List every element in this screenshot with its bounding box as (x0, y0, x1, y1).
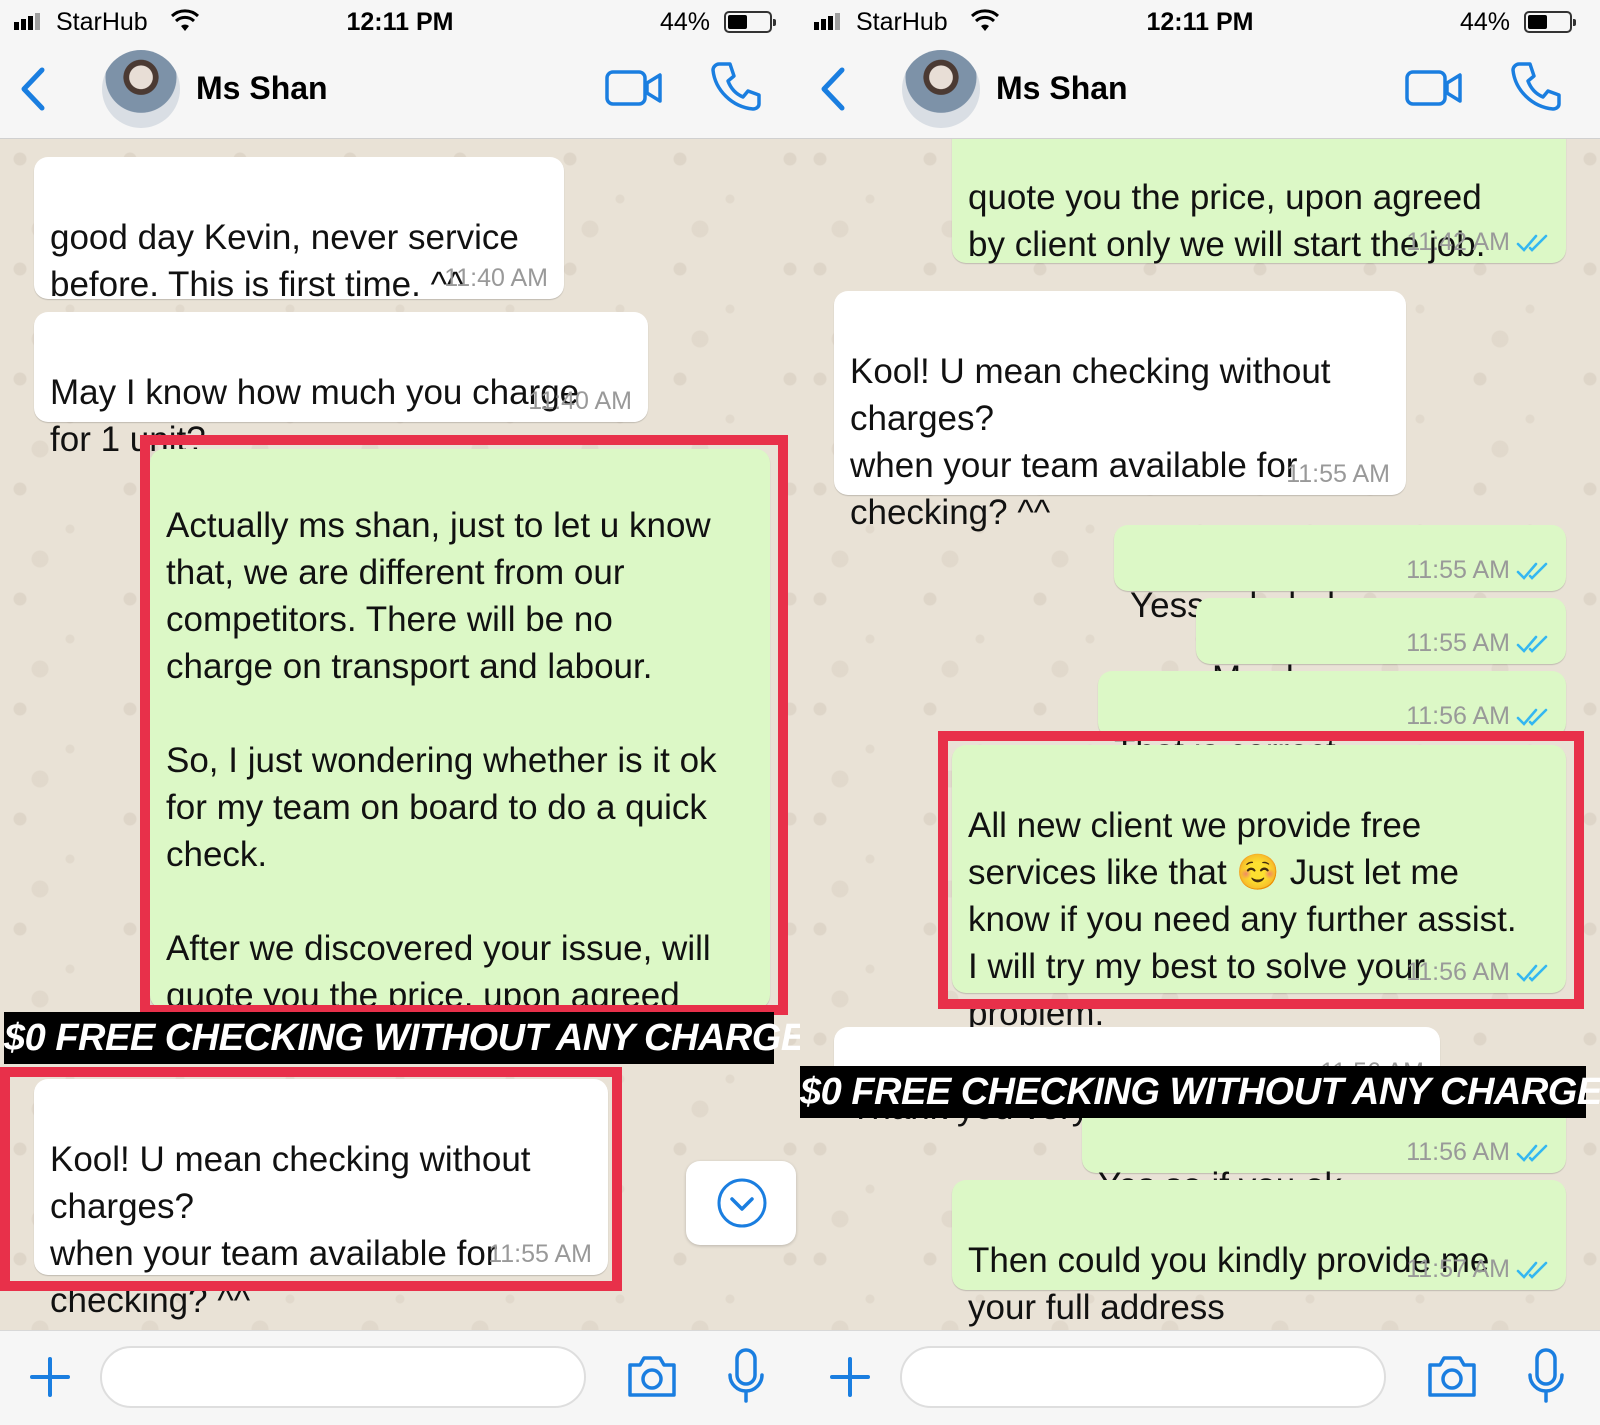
highlight-box (938, 731, 1584, 1009)
contact-name[interactable]: Ms Shan (196, 70, 328, 107)
status-bar: StarHub 12:11 PM 44% (0, 0, 800, 44)
plus-icon[interactable] (828, 1355, 872, 1399)
microphone-icon[interactable] (726, 1347, 766, 1405)
battery-percent: 44% (1459, 8, 1510, 36)
camera-icon[interactable] (1426, 1353, 1478, 1399)
chat-header: Ms Shan (0, 44, 800, 139)
plus-icon[interactable] (28, 1355, 72, 1399)
message-time: 11:55 AM (1406, 628, 1550, 658)
double-check-icon (1516, 1145, 1548, 1163)
phone-call-icon[interactable] (710, 60, 762, 112)
message-time: 11:56 AM (1406, 1137, 1550, 1167)
back-chevron-icon[interactable] (816, 64, 852, 114)
back-chevron-icon[interactable] (16, 64, 52, 114)
avatar[interactable] (902, 50, 980, 128)
battery-icon (724, 11, 776, 33)
message-bubble[interactable]: That is correct 11:56 AM (1098, 671, 1566, 771)
right-screenshot: StarHub 12:11 PM 44% Ms Shan quote you t… (800, 0, 1600, 1425)
message-input[interactable] (900, 1346, 1386, 1408)
status-bar: StarHub 12:11 PM 44% (800, 0, 1600, 44)
message-time: 11:55 AM (1286, 460, 1390, 488)
double-check-icon (1516, 709, 1548, 727)
message-time: 11:57 AM (1406, 1254, 1550, 1284)
promo-banner: $0 FREE CHECKING WITHOUT ANY CHARGES (4, 1012, 800, 1064)
message-bubble[interactable]: Ms shan 11:55 AM (1196, 598, 1566, 698)
double-check-icon (1516, 636, 1548, 654)
message-bubble[interactable]: quote you the price, upon agreed by clie… (952, 139, 1566, 264)
message-time: 11:40 AM (444, 264, 548, 292)
highlight-box (0, 1067, 622, 1291)
message-time: 11:42 AM (1406, 227, 1550, 257)
promo-banner: $0 FREE CHECKING WITHOUT ANY CHARGES (800, 1066, 1600, 1118)
video-call-icon[interactable] (1405, 68, 1463, 108)
camera-icon[interactable] (626, 1353, 678, 1399)
phone-call-icon[interactable] (1510, 60, 1562, 112)
message-bubble[interactable]: good day Kevin, never service before. Th… (34, 157, 564, 304)
message-list[interactable]: quote you the price, upon agreed by clie… (800, 139, 1600, 1330)
message-time: 11:40 AM (528, 387, 632, 415)
composer-bar (0, 1330, 800, 1425)
message-list[interactable]: good day Kevin, never service before. Th… (0, 139, 800, 1330)
message-bubble[interactable]: May I know how much you charge for 1 uni… (34, 312, 648, 459)
composer-bar (800, 1330, 1600, 1425)
message-time: 11:55 AM (1406, 555, 1550, 585)
chat-header: Ms Shan (800, 44, 1600, 139)
avatar[interactable] (102, 50, 180, 128)
highlight-box (140, 435, 788, 1015)
message-text: Kool! U mean checking without charges? w… (850, 352, 1331, 532)
scroll-down-button[interactable] (686, 1161, 796, 1245)
battery-icon (1524, 11, 1576, 33)
left-screenshot: StarHub 12:11 PM 44% Ms Shan good day Ke… (0, 0, 800, 1425)
message-input[interactable] (100, 1346, 586, 1408)
video-call-icon[interactable] (605, 68, 663, 108)
double-check-icon (1516, 1262, 1548, 1280)
battery-percent: 44% (659, 8, 710, 36)
scroll-down-icon (717, 1178, 767, 1228)
message-bubble[interactable]: Yessss hahah 11:55 AM (1114, 525, 1566, 625)
microphone-icon[interactable] (1526, 1347, 1566, 1405)
message-time: 11:56 AM (1406, 701, 1550, 731)
message-bubble[interactable]: Then could you kindly provide me your fu… (952, 1180, 1566, 1327)
message-bubble[interactable]: Kool! U mean checking without charges? w… (834, 291, 1406, 532)
contact-name[interactable]: Ms Shan (996, 70, 1128, 107)
double-check-icon (1516, 235, 1548, 253)
double-check-icon (1516, 563, 1548, 581)
